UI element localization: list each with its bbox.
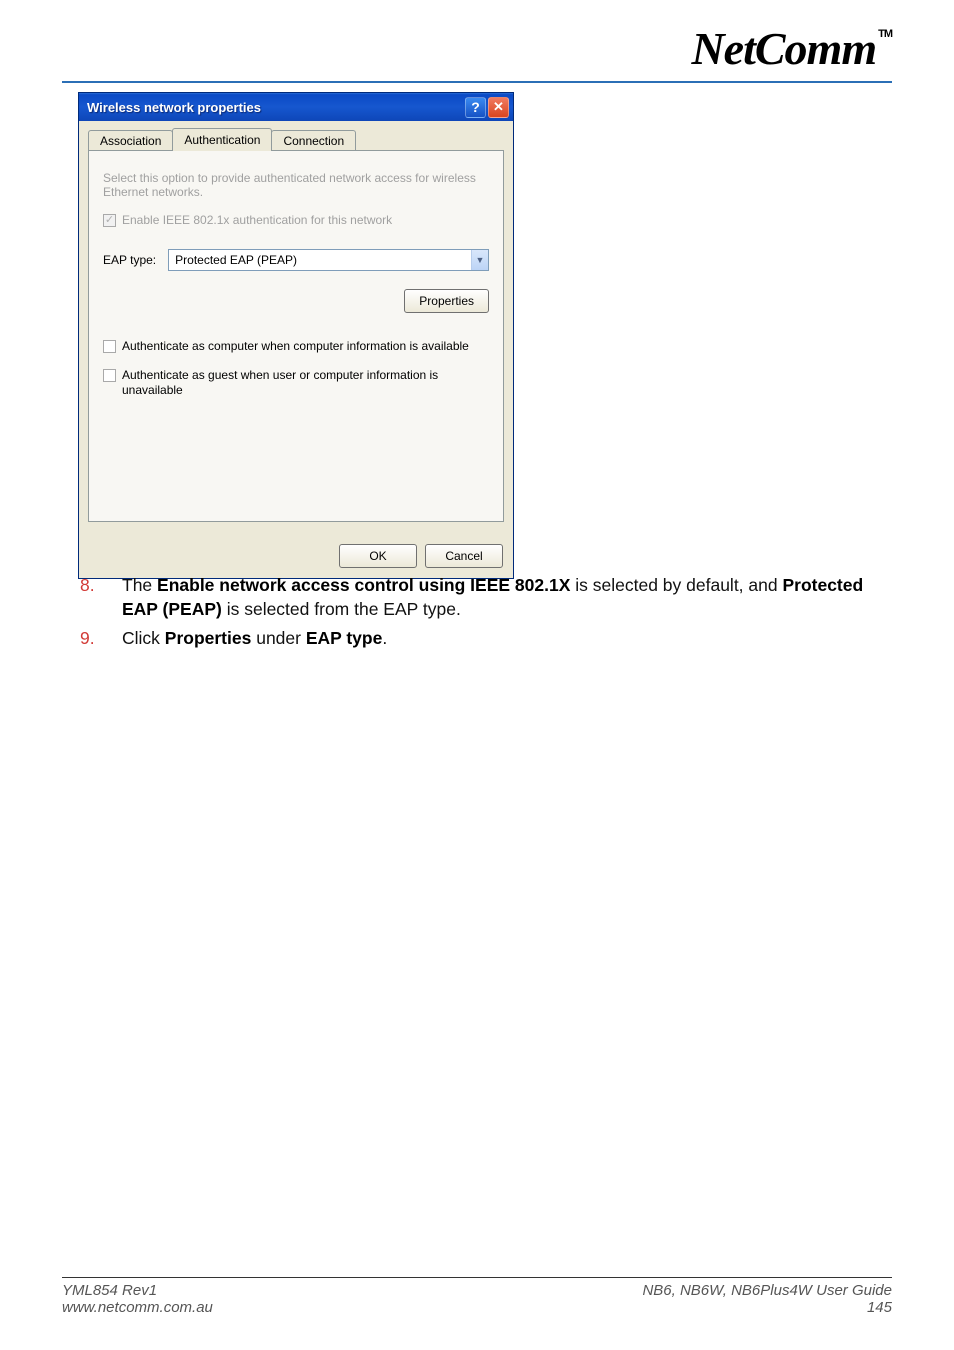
auth-guest-checkbox[interactable]: [103, 369, 116, 382]
titlebar-buttons: ? ✕: [465, 97, 509, 118]
eap-type-value: Protected EAP (PEAP): [175, 253, 297, 267]
instruction-item-9: 9. Click Properties under EAP type.: [80, 627, 892, 651]
tab-authentication[interactable]: Authentication: [172, 128, 272, 151]
footer-left: YML854 Rev1 www.netcomm.com.au: [62, 1282, 213, 1316]
dialog-body: Association Authentication Connection Se…: [79, 121, 513, 534]
brand-logo: NetCommTM: [62, 22, 892, 75]
footer-rev: YML854 Rev1: [62, 1282, 213, 1299]
footer-right: NB6, NB6W, NB6Plus4W User Guide 145: [642, 1282, 892, 1316]
instruction-number: 9.: [80, 627, 104, 651]
wireless-network-properties-dialog: Wireless network properties ? ✕ Associat…: [78, 92, 514, 579]
instruction-text: Click Properties under EAP type.: [122, 627, 892, 651]
footer-rule: [62, 1277, 892, 1278]
footer-product-line: NB6, NB6W, NB6Plus4W User Guide: [642, 1282, 892, 1299]
tabpage-authentication: Select this option to provide authentica…: [88, 150, 504, 522]
properties-row: Properties: [103, 289, 489, 313]
tab-association[interactable]: Association: [88, 130, 173, 151]
instruction-list: 8. The Enable network access control usi…: [80, 574, 892, 657]
ok-button[interactable]: OK: [339, 544, 417, 568]
header-rule: [62, 81, 892, 83]
auth-description: Select this option to provide authentica…: [103, 171, 489, 199]
page-header: NetCommTM: [62, 22, 892, 83]
brand-tm: TM: [878, 28, 892, 40]
chevron-down-icon: ▼: [471, 250, 488, 270]
enable-8021x-row: Enable IEEE 802.1x authentication for th…: [103, 213, 489, 227]
page-footer: YML854 Rev1 www.netcomm.com.au NB6, NB6W…: [62, 1277, 892, 1316]
auth-guest-row: Authenticate as guest when user or compu…: [103, 368, 489, 398]
help-button[interactable]: ?: [465, 97, 486, 118]
eap-type-row: EAP type: Protected EAP (PEAP) ▼: [103, 249, 489, 271]
instruction-text: The Enable network access control using …: [122, 574, 892, 621]
eap-type-select[interactable]: Protected EAP (PEAP) ▼: [168, 249, 489, 271]
cancel-button[interactable]: Cancel: [425, 544, 503, 568]
properties-button[interactable]: Properties: [404, 289, 489, 313]
auth-computer-row: Authenticate as computer when computer i…: [103, 339, 489, 354]
dialog-footer: OK Cancel: [79, 534, 513, 578]
auth-guest-label: Authenticate as guest when user or compu…: [122, 368, 489, 398]
tabs: Association Authentication Connection: [88, 127, 504, 150]
tab-connection[interactable]: Connection: [271, 130, 356, 151]
dialog-screenshot: Wireless network properties ? ✕ Associat…: [78, 92, 514, 579]
enable-8021x-label: Enable IEEE 802.1x authentication for th…: [122, 213, 392, 227]
footer-url: www.netcomm.com.au: [62, 1299, 213, 1316]
auth-computer-label: Authenticate as computer when computer i…: [122, 339, 469, 354]
dialog-title: Wireless network properties: [87, 100, 261, 115]
auth-computer-checkbox[interactable]: [103, 340, 116, 353]
instruction-number: 8.: [80, 574, 104, 621]
close-button[interactable]: ✕: [488, 97, 509, 118]
dialog-titlebar: Wireless network properties ? ✕: [79, 93, 513, 121]
enable-8021x-checkbox[interactable]: [103, 214, 116, 227]
brand-logo-text: NetComm: [691, 23, 876, 74]
eap-type-label: EAP type:: [103, 253, 156, 267]
instruction-item-8: 8. The Enable network access control usi…: [80, 574, 892, 621]
footer-page-number: 145: [642, 1299, 892, 1316]
